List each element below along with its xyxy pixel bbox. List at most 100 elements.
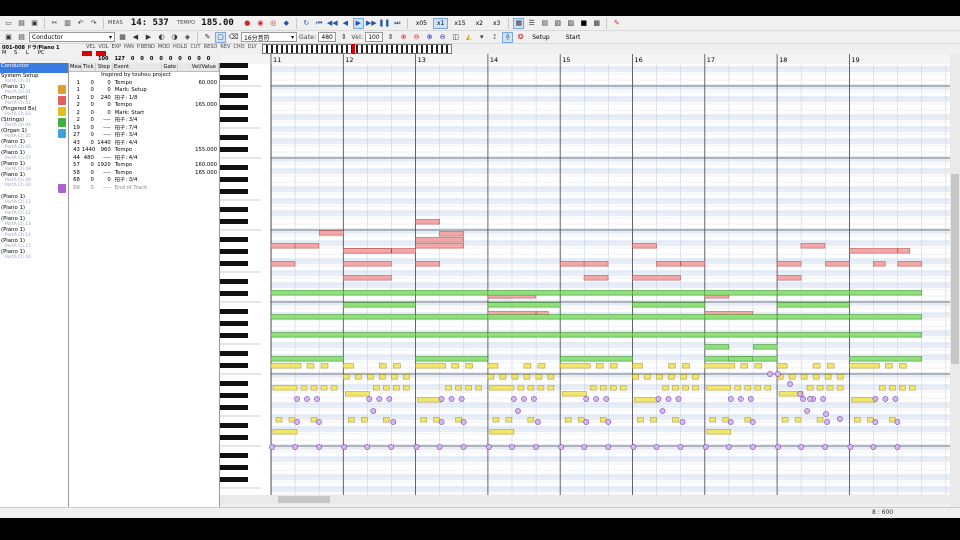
- pencil-icon[interactable]: ✎: [202, 32, 213, 43]
- note[interactable]: [599, 385, 607, 391]
- note[interactable]: [836, 374, 844, 380]
- note[interactable]: [489, 429, 515, 435]
- drum-hit[interactable]: [370, 408, 377, 414]
- record-icon[interactable]: ●: [242, 18, 253, 29]
- black-key[interactable]: [220, 333, 248, 338]
- note[interactable]: [487, 332, 561, 338]
- event-row[interactable]: 43 0 1440 拍子: 4/4: [69, 140, 219, 148]
- note[interactable]: [824, 374, 832, 380]
- note[interactable]: [706, 385, 732, 391]
- note[interactable]: [455, 417, 462, 423]
- drum-hit[interactable]: [822, 444, 828, 450]
- note[interactable]: [704, 332, 778, 338]
- track-item[interactable]: (Trumpet) PortA Ch.02: [0, 95, 68, 106]
- track-item[interactable]: (Piano 1) PortA Ch.07: [0, 150, 68, 161]
- drum-hit[interactable]: [530, 396, 537, 402]
- black-key[interactable]: [220, 393, 248, 398]
- pause-icon[interactable]: ❚❚: [378, 18, 390, 29]
- setup-button[interactable]: Setup: [528, 32, 553, 43]
- note[interactable]: [270, 290, 344, 296]
- drum-hit[interactable]: [775, 371, 781, 377]
- event-row[interactable]: Inspired by touhou project: [69, 72, 219, 80]
- save-icon[interactable]: ▣: [29, 18, 40, 29]
- drum-hit[interactable]: [532, 444, 539, 450]
- zoom-x1[interactable]: x1: [433, 17, 449, 29]
- note[interactable]: [559, 290, 633, 296]
- note[interactable]: [415, 363, 446, 369]
- record-mode-icon[interactable]: ◎: [268, 18, 279, 29]
- view-mixer-icon[interactable]: ▨: [565, 18, 576, 29]
- note[interactable]: [776, 332, 850, 338]
- note[interactable]: [836, 385, 844, 391]
- zoom-v-in-icon[interactable]: ⊕: [424, 32, 435, 43]
- black-key[interactable]: [220, 477, 248, 482]
- note[interactable]: [632, 275, 681, 281]
- note[interactable]: [379, 374, 386, 380]
- note[interactable]: [816, 385, 824, 391]
- note[interactable]: [599, 417, 607, 423]
- note[interactable]: [343, 248, 392, 254]
- open-folder-icon[interactable]: ▤: [16, 18, 27, 29]
- drum-hit[interactable]: [807, 396, 813, 402]
- event-column-header[interactable]: Step: [96, 63, 113, 71]
- note[interactable]: [754, 385, 762, 391]
- note[interactable]: [668, 363, 676, 369]
- note[interactable]: [527, 417, 535, 423]
- drum-hit[interactable]: [820, 396, 826, 402]
- note[interactable]: [885, 363, 893, 369]
- snap-icon[interactable]: ⟟: [489, 32, 500, 43]
- note[interactable]: [373, 385, 380, 391]
- note[interactable]: [754, 363, 763, 369]
- note[interactable]: [595, 363, 604, 369]
- black-key[interactable]: [220, 105, 248, 110]
- note[interactable]: [505, 417, 513, 423]
- note[interactable]: [609, 385, 617, 391]
- drum-hit[interactable]: [436, 444, 443, 450]
- note[interactable]: [812, 374, 820, 380]
- drum-hit[interactable]: [894, 419, 901, 425]
- note[interactable]: [393, 385, 400, 391]
- event-row[interactable]: 19 0 ---- 拍子: 7/4: [69, 125, 219, 133]
- drum-hit[interactable]: [316, 419, 322, 425]
- track-item[interactable]: (Piano 1) PortA Ch.15: [0, 238, 68, 249]
- vel-input[interactable]: 100: [365, 32, 384, 42]
- track-item[interactable]: (Piano 1) PortA Ch.11: [0, 194, 68, 205]
- note[interactable]: [270, 243, 296, 249]
- play-icon[interactable]: ▶: [352, 17, 364, 29]
- note[interactable]: [632, 302, 706, 308]
- note[interactable]: [393, 363, 401, 369]
- note[interactable]: [668, 374, 675, 380]
- drum-hit[interactable]: [725, 444, 732, 450]
- note[interactable]: [343, 363, 354, 369]
- note[interactable]: [704, 363, 736, 369]
- note[interactable]: [343, 314, 416, 320]
- note[interactable]: [812, 363, 821, 369]
- note[interactable]: [310, 385, 318, 391]
- track-item[interactable]: Conductor: [0, 63, 68, 73]
- view-black-icon[interactable]: ■: [578, 18, 589, 29]
- drum-hit[interactable]: [341, 444, 348, 450]
- black-key[interactable]: [220, 117, 248, 122]
- note[interactable]: [849, 356, 922, 362]
- track-list-icon[interactable]: ▤: [16, 32, 27, 43]
- chevron-down-icon[interactable]: ▾: [476, 32, 487, 43]
- track-item[interactable]: PortA Ch.10: [0, 183, 68, 194]
- event-row[interactable]: 68 0 ---- End of Track: [69, 185, 219, 193]
- note[interactable]: [439, 231, 464, 237]
- note[interactable]: [577, 417, 585, 423]
- black-key[interactable]: [220, 147, 248, 152]
- piano-roll-canvas[interactable]: C7C6C5C4C3C2111213141516171819: [220, 54, 950, 495]
- black-key[interactable]: [220, 351, 248, 356]
- black-key[interactable]: [220, 309, 248, 314]
- note[interactable]: [343, 374, 350, 380]
- drum-hit[interactable]: [872, 396, 879, 402]
- drum-hit[interactable]: [460, 444, 467, 450]
- note[interactable]: [619, 385, 627, 391]
- note[interactable]: [680, 374, 687, 380]
- note[interactable]: [776, 275, 802, 281]
- drum-hit[interactable]: [366, 396, 373, 402]
- note[interactable]: [559, 261, 585, 267]
- note[interactable]: [403, 374, 410, 380]
- note[interactable]: [781, 417, 789, 423]
- note[interactable]: [583, 261, 609, 267]
